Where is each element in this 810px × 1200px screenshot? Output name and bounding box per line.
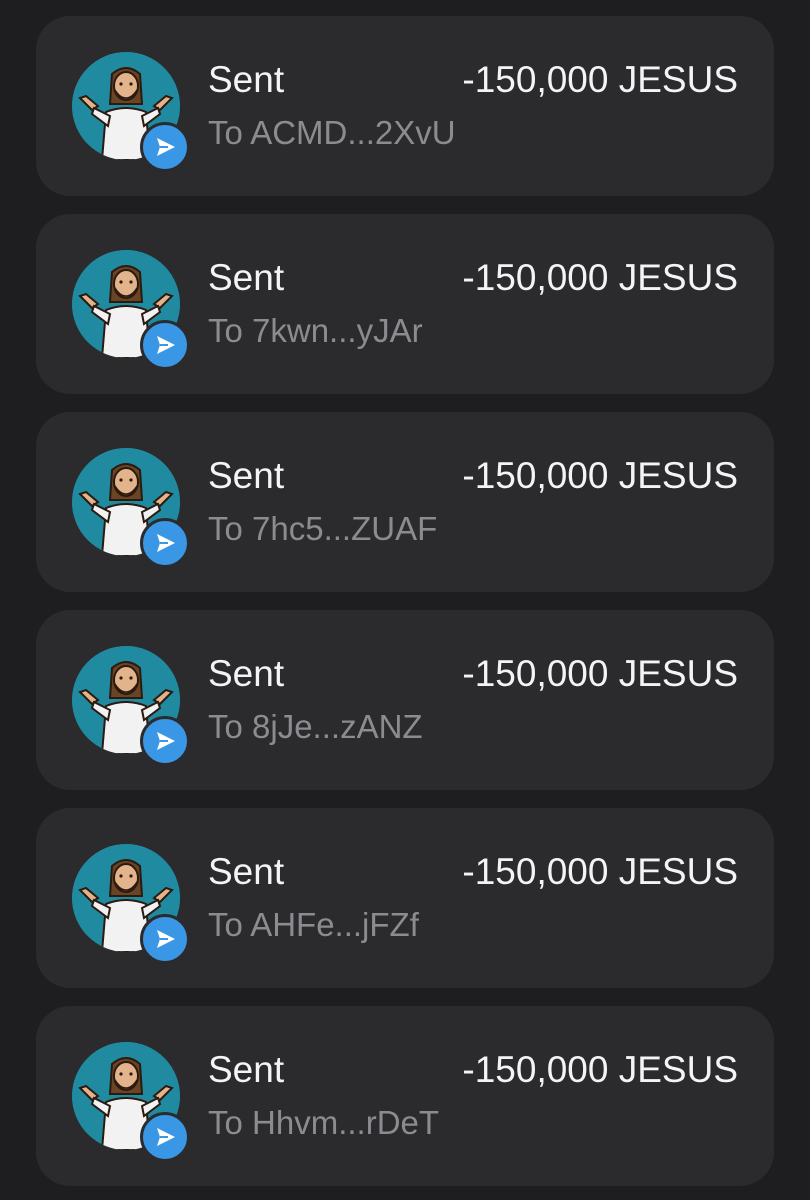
transaction-type: Sent (208, 59, 285, 100)
transaction-type: Sent (208, 455, 285, 496)
transaction-row[interactable]: Sent To ACMD...2XvU -150,000 JESUS (36, 16, 774, 196)
send-badge (140, 320, 190, 370)
transaction-list: Sent To ACMD...2XvU -150,000 JESUS Sent … (0, 0, 810, 1200)
transaction-row[interactable]: Sent To AHFe...jFZf -150,000 JESUS (36, 808, 774, 988)
transaction-amount: -150,000 JESUS (462, 1049, 738, 1090)
transaction-amount: -150,000 JESUS (462, 851, 738, 892)
send-badge (140, 716, 190, 766)
recipient-address: To 8jJe...zANZ (208, 708, 423, 745)
transaction-type: Sent (208, 653, 285, 694)
transaction-row[interactable]: Sent To 7hc5...ZUAF -150,000 JESUS (36, 412, 774, 592)
send-arrow-icon (157, 138, 175, 156)
send-badge (140, 518, 190, 568)
send-badge (140, 122, 190, 172)
transaction-amount: -150,000 JESUS (462, 257, 738, 298)
recipient-address: To 7hc5...ZUAF (208, 510, 438, 547)
send-arrow-icon (157, 1128, 175, 1146)
send-arrow-icon (157, 930, 175, 948)
transaction-row[interactable]: Sent To 7kwn...yJAr -150,000 JESUS (36, 214, 774, 394)
transaction-type: Sent (208, 257, 285, 298)
recipient-address: To 7kwn...yJAr (208, 312, 423, 349)
transaction-type: Sent (208, 1049, 285, 1090)
send-badge (140, 914, 190, 964)
send-arrow-icon (157, 534, 175, 552)
recipient-address: To ACMD...2XvU (208, 114, 456, 151)
send-arrow-icon (157, 336, 175, 354)
transaction-type: Sent (208, 851, 285, 892)
transaction-amount: -150,000 JESUS (462, 59, 738, 100)
send-arrow-icon (157, 732, 175, 750)
transaction-row[interactable]: Sent To 8jJe...zANZ -150,000 JESUS (36, 610, 774, 790)
transaction-amount: -150,000 JESUS (462, 653, 738, 694)
recipient-address: To AHFe...jFZf (208, 906, 419, 943)
transaction-row[interactable]: Sent To Hhvm...rDeT -150,000 JESUS (36, 1006, 774, 1186)
transaction-amount: -150,000 JESUS (462, 455, 738, 496)
send-badge (140, 1112, 190, 1162)
recipient-address: To Hhvm...rDeT (208, 1104, 440, 1141)
